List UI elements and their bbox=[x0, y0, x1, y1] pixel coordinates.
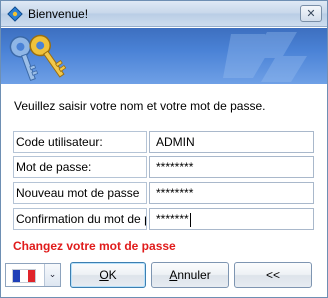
password-input[interactable]: ******** bbox=[149, 156, 314, 178]
cancel-label: nnuler bbox=[177, 268, 211, 282]
ok-mnemonic: O bbox=[99, 268, 109, 282]
title-bar[interactable]: Bienvenue! ✕ bbox=[1, 1, 327, 27]
ok-label: K bbox=[108, 268, 117, 282]
close-button[interactable]: ✕ bbox=[300, 5, 322, 22]
change-password-warning: Changez votre mot de passe bbox=[13, 239, 176, 253]
confirm-password-value: ******* bbox=[156, 212, 189, 226]
password-label: Mot de passe: bbox=[13, 156, 147, 178]
keys-icon bbox=[9, 34, 67, 82]
window-title: Bienvenue! bbox=[28, 7, 89, 21]
login-dialog: Bienvenue! ✕ Veuillez saisir votre nom e… bbox=[0, 0, 328, 298]
back-button[interactable]: << bbox=[234, 262, 312, 288]
language-selector[interactable]: ⌄ bbox=[5, 263, 61, 287]
header-banner bbox=[1, 28, 327, 84]
login-prompt: Veuillez saisir votre nom et votre mot d… bbox=[14, 99, 266, 113]
language-dropdown-button[interactable]: ⌄ bbox=[44, 264, 60, 286]
new-password-input[interactable]: ******** bbox=[149, 182, 314, 204]
chevron-down-icon: ⌄ bbox=[48, 270, 57, 280]
cancel-button[interactable]: Annuler bbox=[151, 262, 229, 288]
key-watermark-icon bbox=[223, 32, 307, 82]
user-code-label: Code utilisateur: bbox=[13, 131, 147, 153]
close-icon: ✕ bbox=[306, 7, 316, 20]
blue-diamond-icon bbox=[7, 6, 23, 22]
user-code-input[interactable]: ADMIN bbox=[149, 131, 314, 153]
confirm-password-input[interactable]: ******* bbox=[149, 208, 314, 230]
confirm-password-label: Confirmation du mot de p bbox=[13, 208, 147, 230]
new-password-label: Nouveau mot de passe bbox=[13, 182, 147, 204]
ok-button[interactable]: OK bbox=[70, 262, 146, 288]
france-flag-icon bbox=[12, 269, 36, 283]
text-caret bbox=[189, 212, 191, 227]
